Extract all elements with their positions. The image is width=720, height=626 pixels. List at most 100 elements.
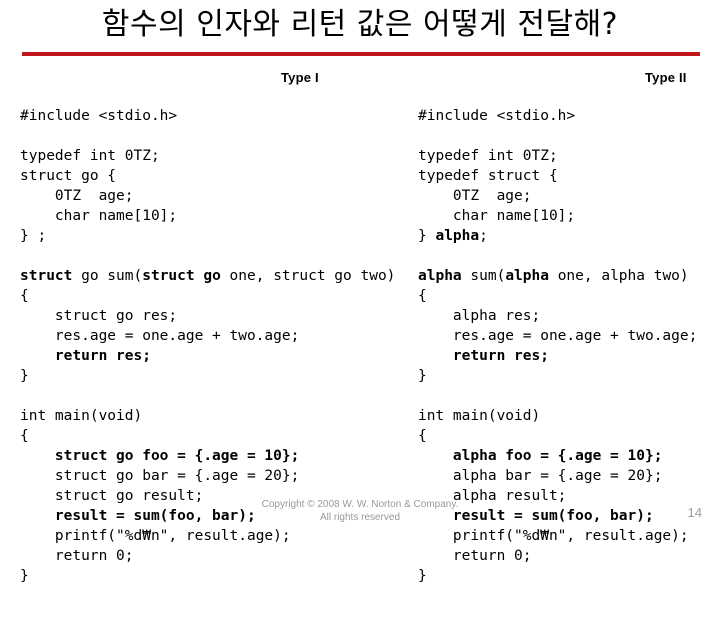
code-token: { [20,428,29,444]
code-token: } [418,228,436,244]
code-token-emphasis: alpha [435,228,480,244]
code-line: typedef int 0TZ; [20,146,415,166]
code-token: typedef int 0TZ; [418,148,558,164]
code-line: alpha res; [418,306,718,326]
code-line: } [418,566,718,586]
code-token: #include <stdio.h> [418,108,576,124]
code-token: one, alpha two) [548,268,689,284]
code-column-right: #include <stdio.h> typedef int 0TZ; typed… [418,66,718,626]
code-line: { [418,426,718,446]
code-token-emphasis: struct go foo = {.age = 10}; [54,448,300,464]
footer-line-2: All rights reserved [319,512,401,523]
code-token-emphasis: return res; [452,348,549,364]
code-line: } [20,366,415,386]
code-token: } [20,568,29,584]
code-token-emphasis: alpha [418,268,462,284]
code-token: one, struct go two) [220,268,396,284]
code-token-emphasis: return res; [54,348,151,364]
code-line: struct go sum(struct go one, struct go t… [20,266,415,286]
code-token: #include <stdio.h> [20,108,178,124]
code-line: alpha bar = {.age = 20}; [418,466,718,486]
code-token: struct go res; [20,308,178,324]
code-line: int main(void) [418,406,718,426]
code-token: ; [479,228,488,244]
code-token: } ; [20,228,47,244]
code-line: } ; [20,226,415,246]
code-line: { [418,286,718,306]
title-block: 함수의 인자와 리턴 값은 어떻게 전달해? [0,4,720,56]
slide-canvas: 함수의 인자와 리턴 값은 어떻게 전달해? Type I Type II #i… [0,0,720,584]
code-token: } [20,368,29,384]
footer-line-1: Copyright © 2008 W. W. Norton & Company. [261,499,459,510]
code-token: alpha bar = {.age = 20}; [418,468,663,484]
code-line: res.age = one.age + two.age; [418,326,718,346]
code-line: } alpha; [418,226,718,246]
code-line: printf("%d₩n", result.age); [418,526,718,546]
code-token: go sum( [72,268,143,284]
code-line: typedef int 0TZ; [418,146,718,166]
code-line: alpha sum(alpha one, alpha two) [418,266,718,286]
code-token: struct go bar = {.age = 20}; [20,468,300,484]
code-token: int main(void) [418,408,541,424]
code-line: char name[10]; [20,206,415,226]
code-line: return res; [418,346,718,366]
code-token: int main(void) [20,408,143,424]
code-line: struct go foo = {.age = 10}; [20,446,415,466]
code-column-left: #include <stdio.h> typedef int 0TZ; struc… [20,66,415,626]
code-line: #include <stdio.h> [20,106,415,126]
code-token: char name[10]; [20,208,178,224]
code-token-emphasis: alpha foo = {.age = 10}; [452,448,663,464]
code-line: struct go { [20,166,415,186]
code-token-emphasis: alpha [505,268,549,284]
code-line: struct go res; [20,306,415,326]
code-token: return 0; [418,548,532,564]
code-token: printf("%d₩n", result.age); [418,528,689,544]
code-token-emphasis: struct [20,268,73,284]
code-token: res.age = one.age + two.age; [20,328,300,344]
code-line: res.age = one.age + two.age; [20,326,415,346]
code-token: } [418,568,427,584]
code-line: return 0; [418,546,718,566]
code-token: typedef struct { [418,168,558,184]
code-line: int main(void) [20,406,415,426]
title-underline-rule [22,52,700,56]
code-token: res.age = one.age + two.age; [418,328,698,344]
code-token: alpha res; [418,308,541,324]
code-token: 0TZ age; [418,188,532,204]
code-line: return 0; [20,546,415,566]
code-token-emphasis: struct go [142,268,221,284]
code-line: #include <stdio.h> [418,106,718,126]
code-line: { [20,286,415,306]
code-line: { [20,426,415,446]
code-line: printf("%d₩n", result.age); [20,526,415,546]
code-line: } [418,366,718,386]
footer-copyright: Copyright © 2008 W. W. Norton & Company.… [0,498,720,524]
code-line: struct go bar = {.age = 20}; [20,466,415,486]
code-token: typedef int 0TZ; [20,148,160,164]
code-token: { [418,288,427,304]
code-token: struct go { [20,168,117,184]
code-token: { [418,428,427,444]
code-token: sum( [461,268,506,284]
code-line: char name[10]; [418,206,718,226]
code-token: printf("%d₩n", result.age); [20,528,291,544]
code-line: alpha foo = {.age = 10}; [418,446,718,466]
code-line: 0TZ age; [418,186,718,206]
code-token: { [20,288,29,304]
code-token: 0TZ age; [20,188,134,204]
code-line: return res; [20,346,415,366]
code-line: } [20,566,415,586]
code-line: 0TZ age; [20,186,415,206]
code-token: return 0; [20,548,134,564]
code-token: } [418,368,427,384]
